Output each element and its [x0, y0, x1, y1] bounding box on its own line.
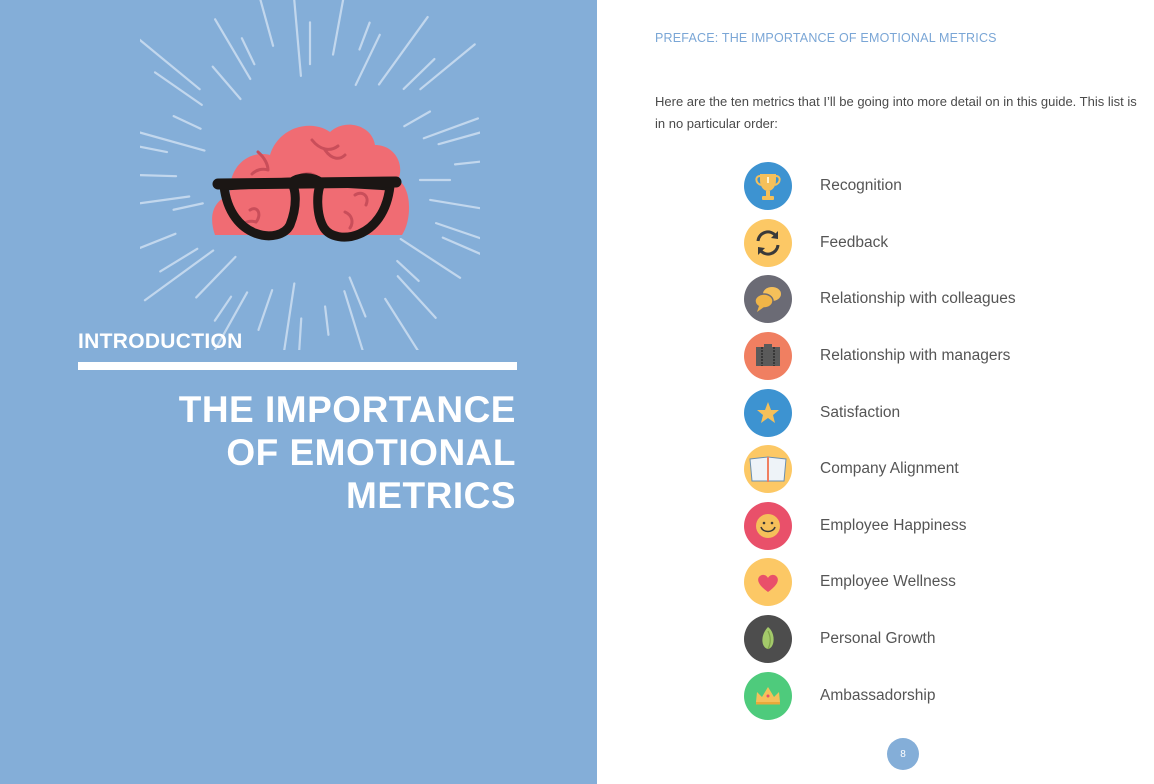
- metric-label: Recognition: [820, 177, 902, 195]
- sunburst-ray: [331, 0, 345, 56]
- metric-label: Personal Growth: [820, 630, 936, 648]
- metric-label: Relationship with managers: [820, 347, 1011, 365]
- sunburst-ray: [259, 0, 275, 47]
- sunburst-ray: [298, 317, 303, 350]
- sunburst-ray: [419, 43, 476, 91]
- sunburst-ray: [213, 295, 233, 322]
- sunburst-ray: [441, 236, 480, 255]
- chapter-title-line: OF EMOTIONAL: [226, 432, 516, 473]
- sunburst-ray: [348, 276, 367, 318]
- chapter-title-line: METRICS: [346, 475, 516, 516]
- speech-bubbles-icon: [744, 275, 792, 324]
- section-label: INTRODUCTION: [78, 330, 243, 353]
- sunburst-ray: [140, 232, 177, 250]
- leaf-icon: [744, 615, 792, 664]
- sunburst-ray: [172, 202, 204, 211]
- sunburst-ray: [140, 145, 169, 154]
- sunburst-ray: [257, 289, 274, 332]
- sunburst-ray: [143, 249, 215, 302]
- sunburst-ray: [323, 305, 330, 336]
- metric-label: Feedback: [820, 233, 889, 251]
- metric-item-relationship-managers: Relationship with managers: [744, 328, 1016, 385]
- metric-item-relationship-colleagues: Relationship with colleagues: [744, 271, 1016, 328]
- metric-item-employee-wellness: Employee Wellness: [744, 554, 1016, 611]
- chapter-title: THE IMPORTANCE OF EMOTIONAL METRICS: [179, 388, 516, 517]
- sunburst-ray: [159, 247, 199, 273]
- metric-item-satisfaction: Satisfaction: [744, 384, 1016, 441]
- metric-label: Company Alignment: [820, 460, 959, 478]
- metric-label: Relationship with colleagues: [820, 290, 1016, 308]
- metric-list: Recognition Feedback Relationship with c…: [744, 158, 1016, 724]
- metric-item-company-alignment: Company Alignment: [744, 441, 1016, 498]
- sunburst-ray: [402, 57, 436, 91]
- crown-icon: [744, 671, 792, 720]
- smiley-face-icon: [744, 501, 792, 550]
- heart-icon: [744, 558, 792, 607]
- metric-label: Employee Wellness: [820, 573, 956, 591]
- star-icon: [744, 388, 792, 437]
- sunburst-ray: [153, 71, 203, 106]
- sunburst-ray: [140, 38, 201, 91]
- chapter-title-line: THE IMPORTANCE: [178, 389, 516, 430]
- left-page: INTRODUCTION THE IMPORTANCE OF EMOTIONAL…: [0, 0, 597, 784]
- right-page: PREFACE: THE IMPORTANCE OF EMOTIONAL MET…: [597, 0, 1154, 784]
- sunburst-ray: [240, 37, 256, 66]
- sunburst-ray: [377, 15, 429, 86]
- metric-label: Employee Happiness: [820, 516, 967, 534]
- sunburst-ray: [140, 174, 178, 178]
- sunburst-ray: [429, 198, 480, 210]
- metric-label: Satisfaction: [820, 403, 901, 421]
- open-book-icon: [744, 445, 792, 494]
- running-head: PREFACE: THE IMPORTANCE OF EMOTIONAL MET…: [655, 31, 997, 45]
- sunburst-ray: [283, 282, 296, 350]
- sunburst-ray: [343, 290, 364, 350]
- metric-item-ambassadorship: Ambassadorship: [744, 667, 1016, 724]
- sunburst-ray: [213, 18, 252, 81]
- sunburst-ray: [384, 297, 419, 350]
- sunburst-ray: [293, 0, 303, 77]
- sunburst-ray: [453, 160, 480, 166]
- sunburst-ray: [140, 195, 191, 205]
- sunburst-ray: [172, 115, 202, 130]
- metric-item-personal-growth: Personal Growth: [744, 611, 1016, 668]
- metric-item-feedback: Feedback: [744, 215, 1016, 272]
- title-divider: [78, 362, 517, 370]
- metric-item-recognition: Recognition: [744, 158, 1016, 215]
- metric-item-employee-happiness: Employee Happiness: [744, 498, 1016, 555]
- sunburst-ray: [354, 33, 381, 87]
- sunburst-ray: [358, 21, 371, 51]
- page-number: 8: [887, 738, 919, 770]
- brain-with-glasses-illustration: [140, 0, 480, 350]
- sunburst-ray: [195, 255, 237, 299]
- briefcase-icon: [744, 332, 792, 381]
- metric-label: Ambassadorship: [820, 686, 936, 704]
- trophy-icon: [744, 162, 792, 211]
- sunburst-ray: [211, 65, 242, 101]
- intro-paragraph: Here are the ten metrics that I’ll be go…: [655, 94, 1137, 131]
- sunburst-ray: [403, 110, 432, 128]
- refresh-arrows-icon: [744, 218, 792, 267]
- sunburst-ray: [396, 275, 437, 319]
